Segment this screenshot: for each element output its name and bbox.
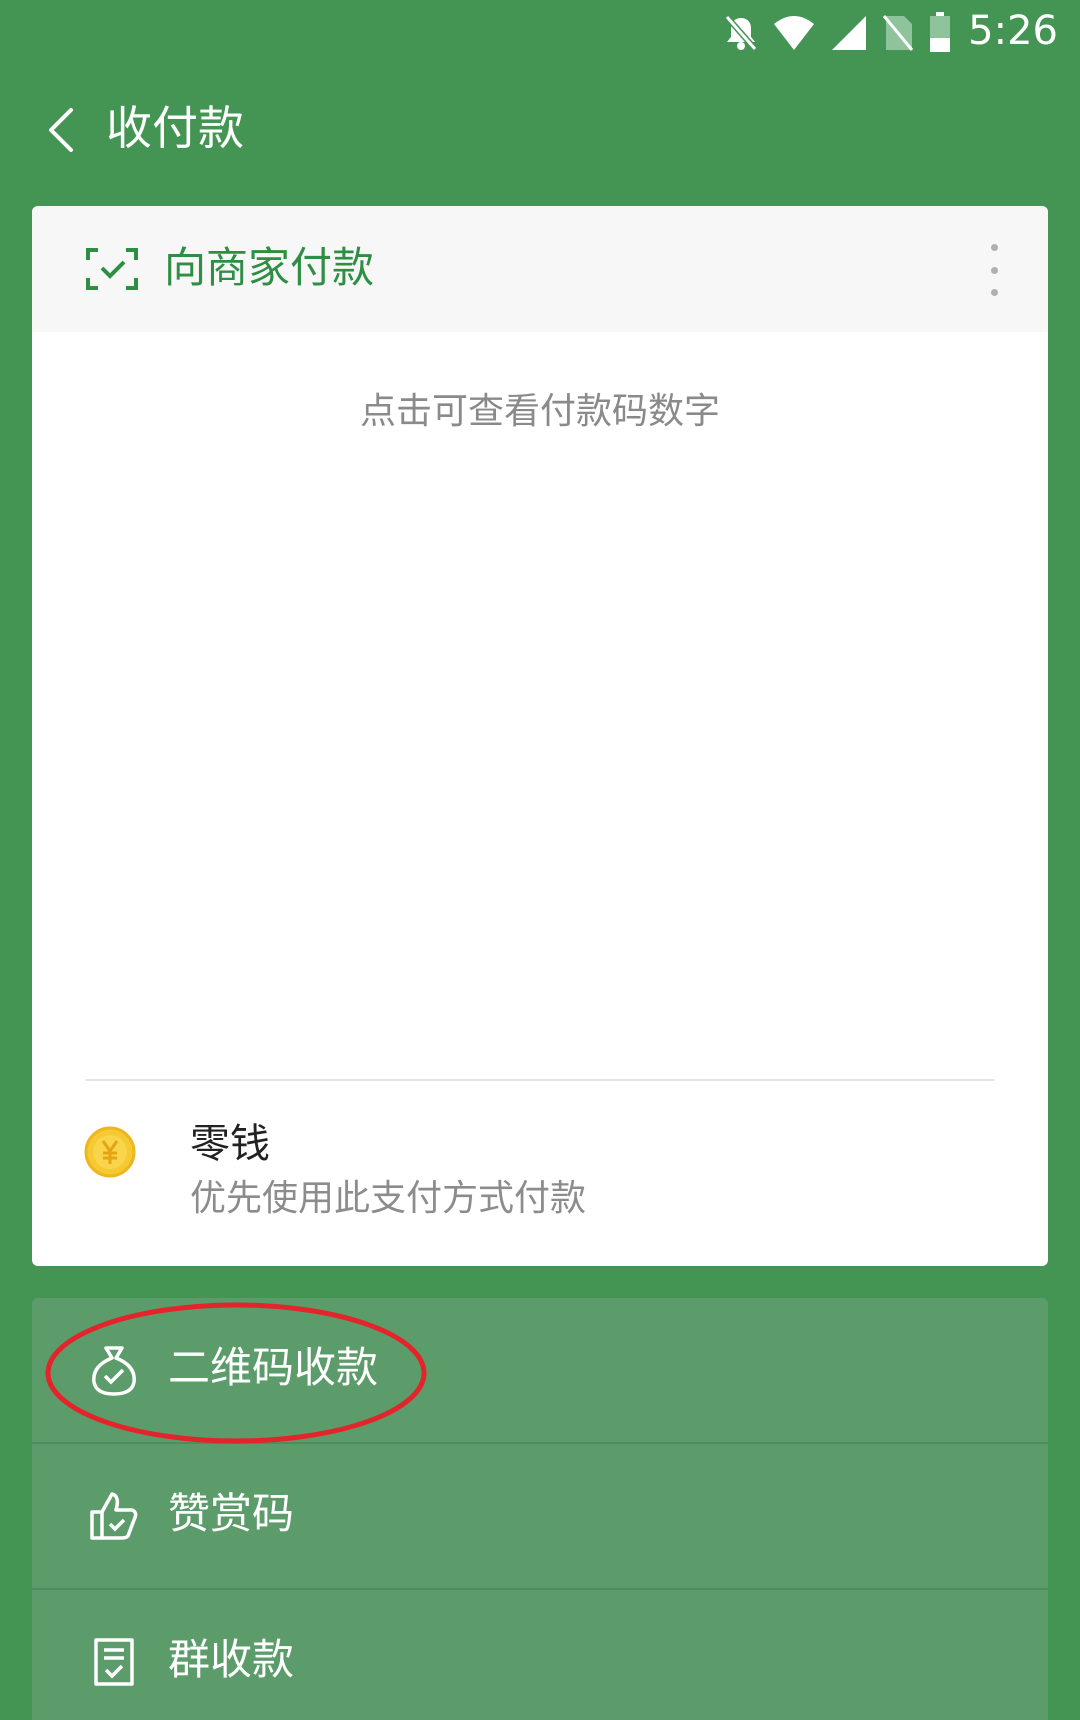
pay-card-title: 向商家付款	[164, 243, 375, 292]
menu-item-qr-receive[interactable]: 二维码收款	[32, 1298, 1048, 1442]
pay-merchant-card: 向商家付款 点击可查看付款码数字 零钱 优先使用此支付方式付款	[32, 206, 1048, 1266]
payment-method-name: 零钱	[190, 1121, 270, 1167]
page-title: 收付款	[106, 101, 244, 155]
chevron-left-icon	[49, 108, 73, 152]
menu-item-label: 群收款	[168, 1635, 295, 1684]
status-time: 5:26	[968, 8, 1058, 54]
dot	[990, 244, 998, 251]
menu-item-label: 二维码收款	[168, 1343, 379, 1392]
scan-check-icon	[86, 248, 138, 290]
view-code-digits-link[interactable]: 点击可查看付款码数字	[32, 382, 1048, 434]
more-options-button[interactable]	[984, 244, 1004, 296]
dot	[990, 289, 998, 296]
back-button[interactable]	[30, 98, 90, 162]
status-icons	[724, 12, 952, 54]
battery-icon	[930, 12, 950, 52]
thumbs-up-icon	[90, 1492, 138, 1540]
coin-icon	[84, 1126, 136, 1178]
dot	[990, 266, 998, 274]
money-bag-icon	[92, 1346, 136, 1396]
divider	[85, 1079, 995, 1081]
document-icon	[94, 1638, 134, 1686]
signal-icon	[832, 16, 866, 50]
menu-item-group-payment[interactable]: 群收款	[32, 1590, 1048, 1720]
bell-off-icon	[724, 15, 758, 51]
menu-item-reward-code[interactable]: 赞赏码	[32, 1444, 1048, 1588]
app-bar: 收付款	[0, 70, 1080, 190]
pay-card-header: 向商家付款	[32, 206, 1048, 332]
status-bar: 5:26	[0, 0, 1080, 70]
no-sim-icon	[882, 15, 914, 51]
wifi-icon	[774, 16, 814, 50]
payment-method-selector[interactable]: 零钱 优先使用此支付方式付款	[84, 1116, 984, 1236]
menu-item-label: 赞赏码	[168, 1489, 295, 1538]
payment-options-menu: 二维码收款 赞赏码 群收款	[32, 1298, 1048, 1720]
payment-method-description: 优先使用此支付方式付款	[190, 1178, 587, 1219]
